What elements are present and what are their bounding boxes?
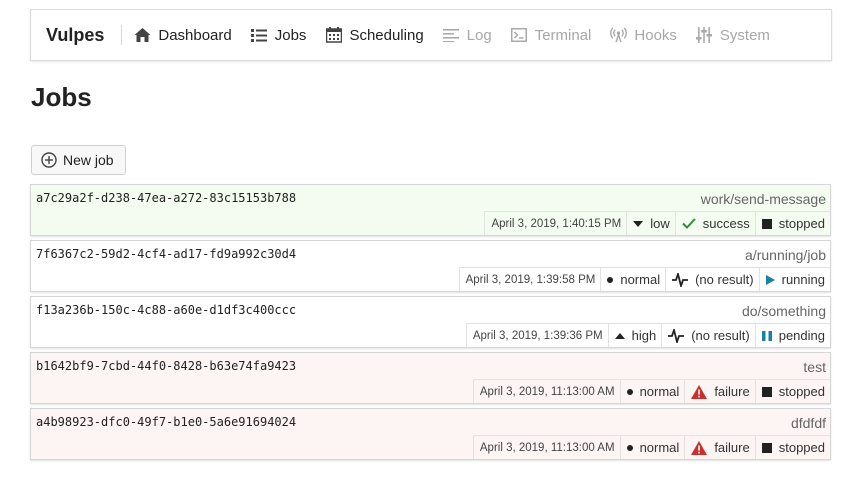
plus-circle-icon xyxy=(41,152,57,168)
job-name: test xyxy=(803,359,826,375)
job-name: do/something xyxy=(741,303,826,319)
heartbeat-icon xyxy=(672,272,689,287)
log-icon xyxy=(443,27,460,44)
job-meta: April 3, 2019, 1:39:36 PM high (no resul… xyxy=(465,323,830,347)
job-result-label: (no result) xyxy=(691,328,750,343)
terminal-icon xyxy=(511,27,528,44)
job-result: success xyxy=(674,212,755,235)
nav-item-system: System xyxy=(696,27,770,44)
job-status: stopped xyxy=(754,380,830,403)
job-meta: April 3, 2019, 11:13:00 AM normal failur… xyxy=(472,435,830,459)
nav-item-label: Scheduling xyxy=(349,26,424,44)
nav-item-hooks: Hooks xyxy=(610,27,677,44)
job-date: April 3, 2019, 1:40:15 PM xyxy=(484,212,626,235)
warning-icon xyxy=(691,384,708,399)
job-date: April 3, 2019, 1:39:58 PM xyxy=(458,268,601,291)
nav-item-terminal: Terminal xyxy=(511,26,592,44)
job-priority: normal xyxy=(600,268,665,291)
new-job-label: New job xyxy=(63,152,114,168)
broadcast-icon xyxy=(610,27,628,44)
dot-icon xyxy=(626,444,633,451)
nav-item-label: Dashboard xyxy=(158,26,232,44)
pause-icon xyxy=(761,330,772,341)
job-result-label: failure xyxy=(714,440,750,455)
top-navbar: Vulpes Dashboard Jobs Scheduling Log Ter… xyxy=(30,9,832,61)
job-result: (no result) xyxy=(661,324,755,347)
job-date: April 3, 2019, 11:13:00 AM xyxy=(472,380,620,403)
job-name: work/send-message xyxy=(700,191,826,207)
play-icon xyxy=(765,274,775,285)
job-status-label: stopped xyxy=(778,384,825,399)
job-result: failure xyxy=(684,436,754,459)
nav-item-log: Log xyxy=(443,27,492,44)
job-meta: April 3, 2019, 1:40:15 PM low success st… xyxy=(484,211,830,235)
home-icon xyxy=(134,27,151,44)
nav-item-label: Log xyxy=(466,26,492,44)
nav-item-jobs[interactable]: Jobs xyxy=(251,26,307,44)
job-row[interactable]: b1642bf9-7cbd-44f0-8428-b63e74fa9423 tes… xyxy=(30,352,831,404)
job-priority: normal xyxy=(619,380,685,403)
dot-icon xyxy=(607,276,614,283)
job-priority-label: normal xyxy=(639,384,680,399)
nav-item-label: Terminal xyxy=(534,26,592,44)
job-result-label: failure xyxy=(714,384,750,399)
job-list: a7c29a2f-d238-47ea-a272-83c15153b788 wor… xyxy=(30,184,831,464)
job-id: f13a236b-150c-4c88-a60e-d1df3c400ccc xyxy=(36,303,297,317)
job-id: 7f6367c2-59d2-4cf4-ad17-fd9a992c30d4 xyxy=(36,247,297,261)
job-status: stopped xyxy=(754,212,830,235)
check-icon xyxy=(682,218,696,229)
job-name: a/running/job xyxy=(745,247,826,263)
dot-icon xyxy=(626,388,633,395)
nav-item-label: Hooks xyxy=(634,26,677,44)
stop-icon xyxy=(761,442,772,453)
sliders-icon xyxy=(696,27,713,44)
job-status: stopped xyxy=(754,436,830,459)
job-row[interactable]: a7c29a2f-d238-47ea-a272-83c15153b788 wor… xyxy=(30,184,831,236)
job-row[interactable]: f13a236b-150c-4c88-a60e-d1df3c400ccc do/… xyxy=(30,296,831,348)
job-date: April 3, 2019, 11:13:00 AM xyxy=(472,436,620,459)
job-name: dfdfdf xyxy=(790,415,826,431)
new-job-button[interactable]: New job xyxy=(31,145,126,175)
job-result: (no result) xyxy=(665,268,759,291)
job-id: a7c29a2f-d238-47ea-a272-83c15153b788 xyxy=(36,191,297,205)
job-priority-label: normal xyxy=(639,440,680,455)
heartbeat-icon xyxy=(668,328,685,343)
job-date: April 3, 2019, 1:39:36 PM xyxy=(465,324,608,347)
job-status-label: stopped xyxy=(778,440,825,455)
nav-divider xyxy=(121,25,123,45)
job-status-label: pending xyxy=(778,328,825,343)
job-priority: normal xyxy=(619,436,685,459)
job-priority: high xyxy=(607,324,662,347)
nav-item-scheduling[interactable]: Scheduling xyxy=(325,26,424,44)
job-result-label: (no result) xyxy=(695,272,754,287)
calendar-icon xyxy=(325,27,342,44)
job-status-label: stopped xyxy=(778,216,825,231)
job-status: running xyxy=(758,268,830,291)
nav-item-label: Jobs xyxy=(274,26,307,44)
job-status: pending xyxy=(754,324,830,347)
stop-icon xyxy=(761,218,772,229)
caret-up-icon xyxy=(614,332,625,339)
job-id: b1642bf9-7cbd-44f0-8428-b63e74fa9423 xyxy=(36,359,297,373)
job-row[interactable]: a4b98923-dfc0-49f7-b1e0-5a6e91694024 dfd… xyxy=(30,408,831,460)
job-priority-label: low xyxy=(650,216,670,231)
job-status-label: running xyxy=(781,272,825,287)
nav-item-dashboard[interactable]: Dashboard xyxy=(134,26,232,44)
job-meta: April 3, 2019, 11:13:00 AM normal failur… xyxy=(472,379,830,403)
list-icon xyxy=(251,27,268,44)
job-row[interactable]: 7f6367c2-59d2-4cf4-ad17-fd9a992c30d4 a/r… xyxy=(30,240,831,292)
job-priority-label: normal xyxy=(620,272,661,287)
stop-icon xyxy=(761,386,772,397)
job-priority-label: high xyxy=(631,328,657,343)
job-priority: low xyxy=(626,212,675,235)
job-result-label: success xyxy=(702,216,750,231)
page-title: Jobs xyxy=(31,82,92,112)
caret-down-icon xyxy=(633,220,644,227)
job-id: a4b98923-dfc0-49f7-b1e0-5a6e91694024 xyxy=(36,415,297,429)
job-result: failure xyxy=(684,380,754,403)
job-meta: April 3, 2019, 1:39:58 PM normal (no res… xyxy=(458,267,830,291)
nav-item-label: System xyxy=(719,26,770,44)
brand-logo[interactable]: Vulpes xyxy=(46,25,104,46)
warning-icon xyxy=(691,440,708,455)
